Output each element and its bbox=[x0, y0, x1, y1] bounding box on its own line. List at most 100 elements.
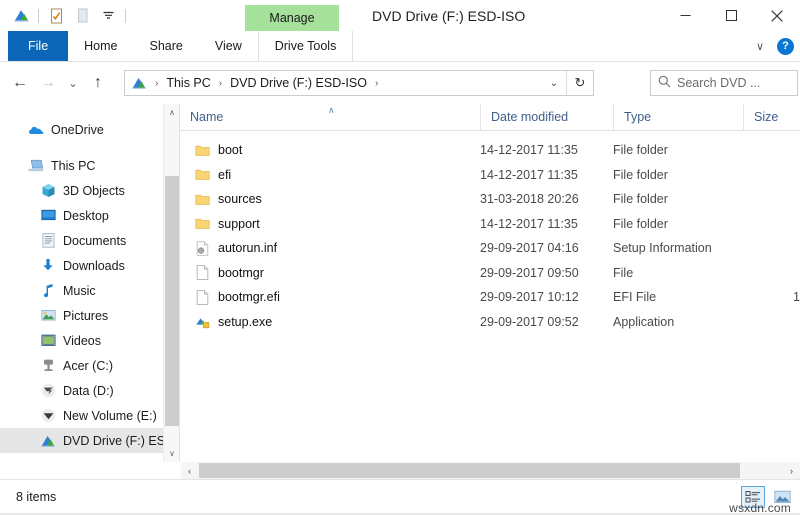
sidebar-item-this-pc[interactable]: This PC bbox=[0, 153, 179, 178]
table-row[interactable]: boot 14-12-2017 11:35 File folder bbox=[180, 138, 800, 163]
file-size-cell: 1 bbox=[793, 290, 800, 305]
table-row[interactable]: bootmgr.efi 29-09-2017 10:12 EFI File 1 bbox=[180, 285, 800, 310]
sidebar-item-label: Pictures bbox=[63, 308, 109, 323]
close-button[interactable] bbox=[754, 0, 800, 31]
sidebar-item-music[interactable]: Music bbox=[0, 278, 179, 303]
file-name-cell[interactable]: support bbox=[180, 216, 480, 232]
table-row[interactable]: efi 14-12-2017 11:35 File folder bbox=[180, 163, 800, 188]
sidebar-item-dvd-drive-f[interactable]: DVD Drive (F:) ES bbox=[0, 428, 179, 453]
sidebar-item-onedrive[interactable]: OneDrive bbox=[0, 117, 179, 142]
properties-icon[interactable] bbox=[43, 3, 69, 29]
sidebar-item-downloads[interactable]: Downloads bbox=[0, 253, 179, 278]
back-button[interactable]: ← bbox=[6, 68, 34, 98]
file-name-label: setup.exe bbox=[218, 314, 273, 329]
chevron-down-icon[interactable]: ∨ bbox=[751, 40, 769, 53]
file-date-cell: 29-09-2017 09:50 bbox=[480, 265, 579, 280]
sidebar-item-documents[interactable]: Documents bbox=[0, 228, 179, 253]
forward-button[interactable]: → bbox=[34, 68, 62, 98]
file-name-cell[interactable]: efi bbox=[180, 167, 480, 183]
breadcrumb-separator-2[interactable]: › bbox=[370, 78, 383, 89]
tab-view[interactable]: View bbox=[199, 31, 258, 61]
help-icon[interactable]: ? bbox=[777, 37, 794, 55]
application-exe-icon bbox=[194, 314, 210, 330]
column-header-type[interactable]: Type bbox=[613, 104, 743, 131]
horizontal-scrollbar[interactable]: ‹ › bbox=[181, 462, 800, 479]
file-list-pane: Name ∧ Date modified Type Size boot 14-1… bbox=[180, 104, 800, 462]
navigation-pane: OneDrive This PC 3D Objects Desktop Docu… bbox=[0, 104, 180, 462]
recent-locations-button[interactable]: ⌄ bbox=[62, 68, 84, 98]
ribbon-right-controls: ∨ ? bbox=[751, 31, 794, 61]
file-date-cell: 14-12-2017 11:35 bbox=[480, 216, 578, 231]
file-name-cell[interactable]: bootmgr bbox=[180, 265, 480, 281]
new-folder-icon[interactable] bbox=[69, 3, 95, 29]
table-row[interactable]: support 14-12-2017 11:35 File folder bbox=[180, 212, 800, 237]
sidebar-item-3d-objects[interactable]: 3D Objects bbox=[0, 178, 179, 203]
address-dropdown-icon[interactable]: ⌄ bbox=[542, 78, 566, 89]
refresh-icon[interactable]: ↻ bbox=[567, 75, 593, 91]
sidebar-item-label: This PC bbox=[51, 158, 96, 173]
breadcrumb-dvd-drive[interactable]: DVD Drive (F:) ESD-ISO bbox=[227, 76, 370, 90]
sidebar-item-new-volume-e[interactable]: New Volume (E:) bbox=[0, 403, 179, 428]
file-name-cell[interactable]: setup.exe bbox=[180, 314, 480, 330]
address-bar[interactable]: › This PC › DVD Drive (F:) ESD-ISO › ⌄ ↻ bbox=[124, 70, 594, 96]
scrollbar-thumb[interactable] bbox=[165, 176, 179, 426]
search-box[interactable]: Search DVD ... bbox=[650, 70, 798, 96]
scroll-up-icon[interactable]: ∧ bbox=[164, 104, 179, 121]
file-name-label: efi bbox=[218, 167, 232, 182]
onedrive-cloud-icon bbox=[28, 122, 44, 138]
table-row[interactable]: autorun.inf 29-09-2017 04:16 Setup Infor… bbox=[180, 236, 800, 261]
tab-share[interactable]: Share bbox=[134, 31, 199, 61]
dvd-drive-icon[interactable] bbox=[8, 3, 34, 29]
tab-drive-tools[interactable]: Drive Tools bbox=[257, 31, 354, 61]
pictures-icon bbox=[40, 308, 56, 324]
window-title: DVD Drive (F:) ESD-ISO bbox=[372, 7, 526, 24]
sidebar-item-data-d[interactable]: Data (D:) bbox=[0, 378, 179, 403]
tab-file[interactable]: File bbox=[8, 31, 69, 61]
customize-qat-icon[interactable] bbox=[95, 3, 121, 29]
scroll-left-icon[interactable]: ‹ bbox=[181, 462, 198, 479]
table-row[interactable]: bootmgr 29-09-2017 09:50 File bbox=[180, 261, 800, 286]
this-pc-icon bbox=[28, 158, 44, 174]
table-row[interactable]: sources 31-03-2018 20:26 File folder bbox=[180, 187, 800, 212]
up-button[interactable]: ↑ bbox=[84, 68, 112, 98]
file-date-cell: 31-03-2018 20:26 bbox=[480, 192, 579, 207]
file-date-cell: 14-12-2017 11:35 bbox=[480, 143, 578, 158]
scroll-right-icon[interactable]: › bbox=[783, 462, 800, 479]
table-row[interactable]: setup.exe 29-09-2017 09:52 Application bbox=[180, 310, 800, 335]
sidebar-item-acer-c[interactable]: Acer (C:) bbox=[0, 353, 179, 378]
column-header-name[interactable]: Name ∧ bbox=[180, 104, 480, 131]
ribbon-tab-strip: Manage File Home Share View Drive Tools … bbox=[0, 5, 800, 62]
downloads-icon bbox=[40, 258, 56, 274]
tab-home[interactable]: Home bbox=[68, 31, 133, 61]
sidebar-item-label: Desktop bbox=[63, 208, 109, 223]
breadcrumb-separator-0[interactable]: › bbox=[150, 78, 163, 89]
column-header-name-label: Name bbox=[190, 110, 224, 124]
quick-access-toolbar bbox=[8, 0, 130, 31]
item-count-label: 8 items bbox=[16, 490, 57, 504]
maximize-button[interactable] bbox=[708, 0, 754, 31]
search-input[interactable]: Search DVD ... bbox=[677, 76, 760, 90]
scroll-down-icon[interactable]: ∨ bbox=[164, 445, 179, 462]
folder-icon bbox=[194, 167, 210, 183]
sidebar-item-label: Downloads bbox=[63, 258, 125, 273]
sidebar-item-pictures[interactable]: Pictures bbox=[0, 303, 179, 328]
breadcrumb-separator-1[interactable]: › bbox=[214, 78, 227, 89]
title-bar: DVD Drive (F:) ESD-ISO bbox=[0, 0, 800, 31]
file-date-cell: 29-09-2017 09:52 bbox=[480, 314, 579, 329]
breadcrumb-this-pc[interactable]: This PC bbox=[163, 76, 213, 90]
sidebar-item-label: Videos bbox=[63, 333, 101, 348]
generic-file-icon bbox=[194, 289, 210, 305]
sidebar-item-videos[interactable]: Videos bbox=[0, 328, 179, 353]
scrollbar-thumb[interactable] bbox=[199, 463, 740, 478]
file-name-cell[interactable]: sources bbox=[180, 191, 480, 207]
sidebar-item-label: New Volume (E:) bbox=[63, 408, 157, 423]
column-header-size[interactable]: Size bbox=[743, 104, 800, 131]
videos-icon bbox=[40, 333, 56, 349]
sidebar-item-desktop[interactable]: Desktop bbox=[0, 203, 179, 228]
file-name-cell[interactable]: autorun.inf bbox=[180, 240, 480, 256]
column-header-date-modified[interactable]: Date modified bbox=[480, 104, 613, 131]
minimize-button[interactable] bbox=[662, 0, 708, 31]
sidebar-scrollbar[interactable]: ∧ ∨ bbox=[163, 104, 179, 462]
file-name-cell[interactable]: boot bbox=[180, 142, 480, 158]
file-name-cell[interactable]: bootmgr.efi bbox=[180, 289, 480, 305]
